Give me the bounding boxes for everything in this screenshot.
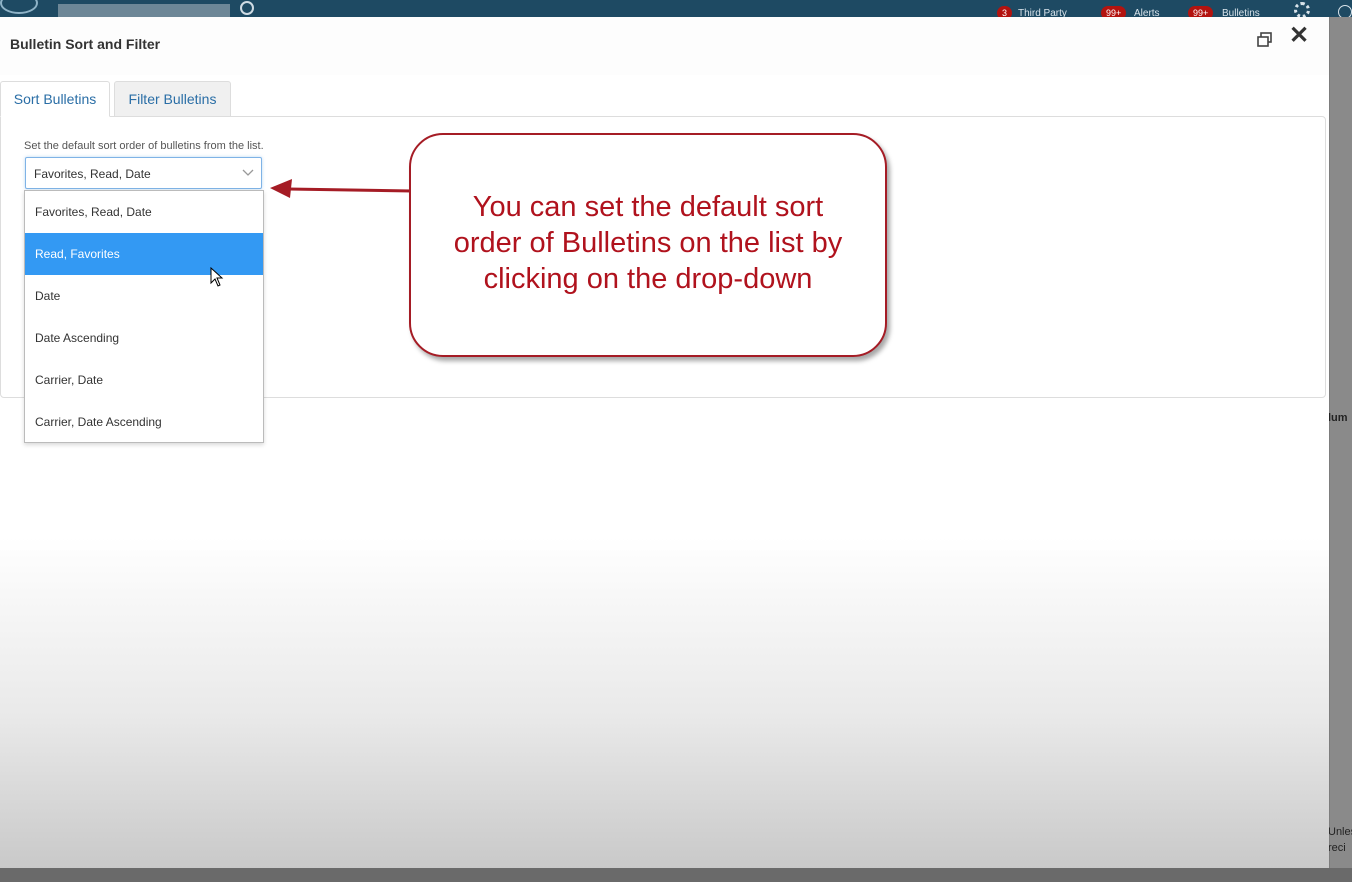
close-button[interactable]: ✕ — [1288, 23, 1310, 49]
modal-header: Bulletin Sort and Filter ✕ — [0, 17, 1329, 75]
gear-icon[interactable] — [1294, 2, 1310, 18]
sort-order-selected-value: Favorites, Read, Date — [34, 167, 151, 181]
sort-order-dropdown: Favorites, Read, Date Read, Favorites Da… — [24, 190, 264, 443]
app-logo — [0, 0, 38, 14]
sort-option[interactable]: Favorites, Read, Date — [25, 191, 263, 233]
search-icon[interactable] — [240, 1, 254, 15]
callout-line: clicking on the drop-down — [483, 263, 813, 295]
bulletin-sort-filter-modal: Bulletin Sort and Filter ✕ Sort Bulletin… — [0, 17, 1329, 868]
annotation-callout: You can set the default sort order of Bu… — [409, 133, 887, 357]
sort-option-highlighted[interactable]: Read, Favorites — [25, 233, 263, 275]
app-top-bar: 3 Third Party 99+ Alerts 99+ Bulletins — [0, 0, 1352, 20]
callout-text: You can set the default sort order of Bu… — [425, 189, 871, 297]
tab-filter-bulletins[interactable]: Filter Bulletins — [114, 81, 231, 117]
chevron-down-icon — [242, 169, 254, 176]
sort-option[interactable]: Date — [25, 275, 263, 317]
background-column-header: lum — [1328, 412, 1348, 424]
sort-order-select[interactable]: Favorites, Read, Date — [25, 157, 262, 189]
callout-line: order of Bulletins on the list by — [453, 227, 843, 259]
app-bottom-bar — [0, 868, 1352, 882]
app-search-input[interactable] — [58, 4, 230, 17]
sort-hint-text: Set the default sort order of bulletins … — [24, 140, 264, 152]
sort-option[interactable]: Carrier, Date — [25, 359, 263, 401]
callout-line: You can set the default sort — [472, 191, 824, 223]
background-content-strip — [1330, 17, 1352, 882]
sort-option[interactable]: Date Ascending — [25, 317, 263, 359]
callout-arrow-icon — [270, 179, 413, 198]
mouse-pointer-icon — [210, 267, 224, 287]
sort-option[interactable]: Carrier, Date Ascending — [25, 401, 263, 443]
modal-title: Bulletin Sort and Filter — [10, 36, 161, 52]
background-text-2: reci — [1328, 842, 1346, 854]
restore-window-icon[interactable] — [1256, 31, 1274, 49]
tab-sort-bulletins[interactable]: Sort Bulletins — [0, 81, 110, 117]
close-icon: ✕ — [1288, 22, 1310, 49]
background-text-1: Unles — [1328, 826, 1352, 838]
